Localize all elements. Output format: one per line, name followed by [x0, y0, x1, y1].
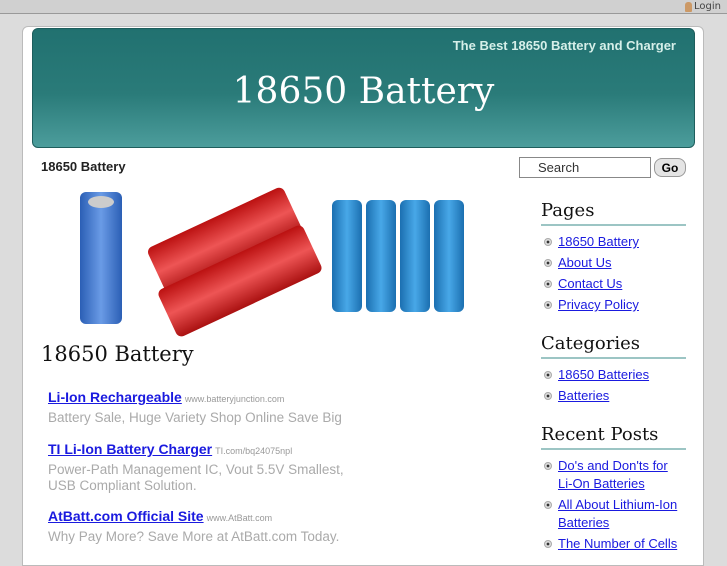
- breadcrumb: 18650 Battery: [41, 159, 126, 174]
- page-link[interactable]: Contact Us: [558, 275, 683, 293]
- list-item: Contact Us: [544, 275, 683, 293]
- bullet-icon: [544, 540, 552, 548]
- recent-posts-list: Do's and Don'ts for Li-On Batteries All …: [544, 457, 683, 556]
- ad-description: Why Pay More? Save More at AtBatt.com To…: [48, 529, 340, 544]
- categories-heading: Categories: [541, 333, 686, 359]
- ad-link[interactable]: TI Li-Ion Battery Charger: [48, 441, 212, 457]
- search-go-button[interactable]: Go: [654, 158, 686, 177]
- page-link[interactable]: Privacy Policy: [558, 296, 683, 314]
- post-link[interactable]: Do's and Don'ts for Li-On Batteries: [558, 457, 683, 493]
- ad-url: www.batteryjunction.com: [184, 394, 285, 404]
- pages-heading: Pages: [541, 200, 686, 226]
- user-icon: [685, 1, 693, 12]
- site-header: The Best 18650 Battery and Charger 18650…: [32, 28, 695, 148]
- login-label: Login: [694, 1, 721, 12]
- post-link[interactable]: All About Lithium-Ion Batteries: [558, 496, 683, 532]
- post-title: 18650 Battery: [41, 342, 194, 366]
- login-link[interactable]: Login: [685, 1, 721, 12]
- site-title[interactable]: 18650 Battery: [33, 71, 694, 112]
- category-link[interactable]: 18650 Batteries: [558, 366, 683, 384]
- category-link[interactable]: Batteries: [558, 387, 683, 405]
- ad-description: Battery Sale, Huge Variety Shop Online S…: [48, 410, 342, 425]
- pages-list: 18650 Battery About Us Contact Us Privac…: [544, 233, 683, 317]
- ad-item: AtBatt.com Official Site www.AtBatt.com W…: [48, 508, 339, 545]
- list-item: Batteries: [544, 387, 683, 405]
- bullet-icon: [544, 392, 552, 400]
- ad-item: TI Li-Ion Battery Charger TI.com/bq24075n…: [48, 441, 348, 494]
- site-tagline: The Best 18650 Battery and Charger: [452, 38, 676, 53]
- page-link[interactable]: About Us: [558, 254, 683, 272]
- list-item: 18650 Battery: [544, 233, 683, 251]
- bullet-icon: [544, 259, 552, 267]
- recent-posts-heading: Recent Posts: [541, 424, 686, 450]
- ad-link[interactable]: Li-Ion Rechargeable: [48, 389, 182, 405]
- bullet-icon: [544, 371, 552, 379]
- ad-url: www.AtBatt.com: [206, 513, 273, 523]
- bullet-icon: [544, 462, 552, 470]
- bullet-icon: [544, 301, 552, 309]
- ad-description: Power-Path Management IC, Vout 5.5V Smal…: [48, 462, 344, 493]
- list-item: The Number of Cells: [544, 535, 683, 553]
- ad-item: Li-Ion Rechargeable www.batteryjunction.c…: [48, 389, 342, 426]
- list-item: 18650 Batteries: [544, 366, 683, 384]
- categories-list: 18650 Batteries Batteries: [544, 366, 683, 408]
- page-link[interactable]: 18650 Battery: [558, 233, 683, 251]
- ad-link[interactable]: AtBatt.com Official Site: [48, 508, 204, 524]
- search-input[interactable]: [519, 157, 651, 178]
- list-item: Privacy Policy: [544, 296, 683, 314]
- post-link[interactable]: The Number of Cells: [558, 535, 683, 553]
- top-bar: Login: [0, 0, 727, 14]
- list-item: About Us: [544, 254, 683, 272]
- bullet-icon: [544, 501, 552, 509]
- bullet-icon: [544, 280, 552, 288]
- ad-url: TI.com/bq24075npl: [215, 446, 293, 456]
- list-item: All About Lithium-Ion Batteries: [544, 496, 683, 532]
- bullet-icon: [544, 238, 552, 246]
- list-item: Do's and Don'ts for Li-On Batteries: [544, 457, 683, 493]
